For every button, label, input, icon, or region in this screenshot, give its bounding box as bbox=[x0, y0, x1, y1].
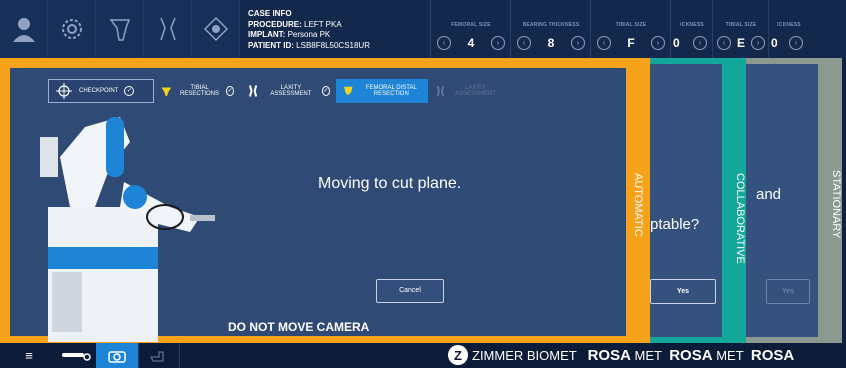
increase-button[interactable]: › bbox=[491, 36, 505, 50]
camera-warning: DO NOT MOVE CAMERA bbox=[228, 320, 370, 334]
femur-icon bbox=[344, 86, 353, 96]
yes-button-disabled[interactable]: Yes bbox=[766, 279, 810, 304]
tracker-icon[interactable] bbox=[192, 0, 240, 58]
robot-illustration bbox=[40, 117, 215, 342]
increase-button[interactable]: › bbox=[571, 36, 585, 50]
implant-label: IMPLANT: bbox=[248, 30, 286, 39]
collaborative-panel: ptable? Yes bbox=[650, 58, 722, 343]
stationary-question: and bbox=[756, 186, 782, 203]
step-laxity-assessment[interactable]: LAXITY ASSESSMENT ✓ bbox=[240, 79, 336, 103]
step-femoral-distal-resection[interactable]: FEMORAL DISTAL RESECTION bbox=[336, 79, 428, 103]
zimmer-logo: Z bbox=[448, 345, 468, 365]
size-value: F bbox=[627, 36, 635, 50]
tibial-size-2: TIBIAL SIZE ‹ E › bbox=[712, 0, 768, 58]
size-label: FEMORAL SIZE bbox=[451, 22, 491, 28]
brand-name: ZIMMER BIOMET ROSA MET ROSA MET ROSA bbox=[472, 343, 794, 368]
tibial-size: TIBIAL SIZE ‹ F › bbox=[590, 0, 670, 58]
gear-icon[interactable] bbox=[48, 0, 96, 58]
hand-icon[interactable] bbox=[138, 343, 180, 368]
product-name: ROSA bbox=[587, 347, 631, 364]
size-value: 0 bbox=[771, 36, 778, 50]
collab-border bbox=[650, 58, 722, 64]
size-value: 4 bbox=[467, 36, 475, 50]
bearing-thickness: BEARING THICKNESS ‹ 8 › bbox=[510, 0, 590, 58]
cancel-button[interactable]: Cancel bbox=[376, 279, 444, 303]
increase-button[interactable]: › bbox=[651, 36, 665, 50]
size-label: BEARING THICKNESS bbox=[522, 22, 580, 28]
stationary-border bbox=[746, 58, 818, 64]
mode-border bbox=[0, 58, 650, 68]
menu-icon[interactable]: ≡ bbox=[14, 343, 44, 368]
rosa-app: CASE INFO PROCEDURE: LEFT PKA IMPLANT: P… bbox=[0, 0, 846, 368]
size-label: ICKNESS bbox=[680, 22, 704, 28]
step-label: LAXITY ASSESSMENT bbox=[270, 85, 312, 97]
size-value: E bbox=[736, 36, 745, 50]
size-label: TIBIAL SIZE bbox=[725, 22, 757, 28]
product-name: ROSA bbox=[750, 347, 795, 364]
patient-id: LSB8F8L50CS18UR bbox=[296, 40, 370, 50]
size-value: 0 bbox=[673, 36, 680, 50]
step-label: TIBIAL RESECTIONS bbox=[180, 85, 220, 97]
implant-value: Persona PK bbox=[287, 30, 331, 39]
company-name: ZIMMER BIOMET bbox=[472, 348, 577, 363]
thickness-partial: ICKNESS 0 › bbox=[670, 0, 712, 58]
procedure-value: LEFT PKA bbox=[304, 19, 342, 29]
case-info: CASE INFO PROCEDURE: LEFT PKA IMPLANT: P… bbox=[248, 9, 370, 51]
check-icon: ✓ bbox=[226, 86, 234, 96]
brand-partial: MET bbox=[634, 348, 662, 363]
check-icon: ✓ bbox=[124, 86, 135, 96]
stationary-panel: and Yes bbox=[746, 58, 818, 343]
implant-sizes: FEMORAL SIZE ‹ 4 › BEARING THICKNESS ‹ 8… bbox=[430, 0, 808, 58]
brand-partial: MET bbox=[716, 348, 744, 363]
camera-icon[interactable] bbox=[96, 343, 138, 368]
step-label: CHECKPOINT bbox=[79, 88, 119, 94]
surgeon-icon[interactable] bbox=[0, 0, 48, 58]
top-bar: CASE INFO PROCEDURE: LEFT PKA IMPLANT: P… bbox=[0, 0, 846, 58]
mode-border bbox=[0, 58, 10, 343]
thickness-partial-2: ICKNESS 0 › bbox=[768, 0, 808, 58]
check-icon: ✓ bbox=[321, 86, 330, 96]
step-laxity-assessment-2[interactable]: LAXITY ASSESSMENT bbox=[428, 79, 504, 103]
decrease-button[interactable]: ‹ bbox=[717, 36, 731, 50]
knee-joint-icon bbox=[436, 85, 445, 97]
product-name: ROSA bbox=[669, 347, 713, 364]
size-value: 8 bbox=[547, 36, 555, 50]
decrease-button[interactable]: ‹ bbox=[597, 36, 611, 50]
femoral-size: FEMORAL SIZE ‹ 4 › bbox=[430, 0, 510, 58]
increase-button[interactable]: › bbox=[789, 36, 803, 50]
knee-icon[interactable] bbox=[144, 0, 192, 58]
top-icon-bar bbox=[0, 0, 240, 58]
automatic-tab[interactable]: AUTOMATIC bbox=[626, 58, 650, 343]
knee-joint-icon bbox=[248, 85, 258, 97]
patient-label: PATIENT ID: bbox=[248, 40, 294, 50]
increase-button[interactable]: › bbox=[693, 36, 707, 50]
procedure-label: PROCEDURE: bbox=[248, 19, 302, 29]
case-info-title: CASE INFO bbox=[248, 9, 292, 18]
femur-icon[interactable] bbox=[96, 0, 144, 58]
decrease-button[interactable]: ‹ bbox=[517, 36, 531, 50]
size-label: ICKNESS bbox=[777, 22, 801, 28]
decrease-button[interactable]: ‹ bbox=[437, 36, 451, 50]
yes-button[interactable]: Yes bbox=[650, 279, 716, 304]
step-label: FEMORAL DISTAL RESECTION bbox=[365, 85, 417, 97]
size-label: TIBIAL SIZE bbox=[615, 22, 647, 28]
step-label: LAXITY ASSESSMENT bbox=[454, 85, 496, 97]
stationary-tab[interactable]: STATIONARY bbox=[818, 58, 842, 343]
tool-icon[interactable] bbox=[56, 343, 96, 368]
increase-button[interactable]: › bbox=[750, 36, 765, 50]
status-message: Moving to cut plane. bbox=[318, 175, 462, 192]
bottom-bar: ≡ Z ZIMMER BIOMET ROSA MET ROSA MET ROSA bbox=[0, 343, 846, 368]
collaborative-tab[interactable]: COLLABORATIVE bbox=[722, 58, 746, 343]
acceptable-question: ptable? bbox=[650, 216, 700, 233]
